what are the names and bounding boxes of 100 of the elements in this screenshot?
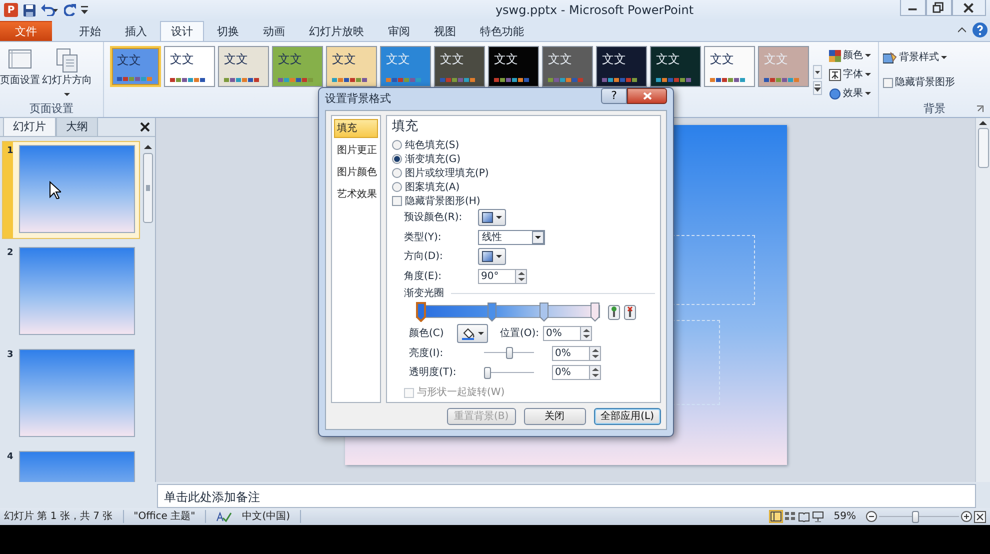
zoom-in-icon[interactable] — [961, 511, 972, 522]
slide-thumbnail-item[interactable]: 1 — [2, 141, 140, 239]
add-stop-icon[interactable] — [608, 304, 620, 320]
category-item[interactable]: 图片更正 — [334, 141, 378, 160]
ribbon-button[interactable]: 字体 — [828, 67, 872, 82]
ribbon-button[interactable]: 页面设置 — [0, 45, 40, 102]
gradient-stop[interactable] — [539, 302, 550, 322]
ribbon-tab[interactable]: 动画 — [252, 21, 296, 41]
remove-stop-icon[interactable] — [624, 304, 636, 320]
spin-button[interactable] — [590, 365, 601, 380]
theme-thumbnail[interactable]: 文文 — [326, 46, 377, 87]
dialog-button[interactable]: 全部应用(L) — [594, 408, 661, 425]
undo-icon[interactable] — [41, 4, 59, 16]
theme-thumbnail[interactable]: 文文 — [272, 46, 323, 87]
theme-thumbnail[interactable]: 文文 — [650, 46, 701, 87]
slide-thumbnail-item[interactable]: 4 — [2, 447, 140, 482]
zoom-out-icon[interactable] — [866, 511, 877, 522]
slide-thumbnail-item[interactable]: 3 — [2, 345, 140, 443]
notes-field[interactable]: 单击此处添加备注 — [157, 484, 976, 508]
ribbon-button[interactable]: 幻灯片方向 — [42, 45, 92, 102]
number-field[interactable]: 0% — [543, 326, 582, 342]
radio-button[interactable] — [392, 168, 402, 178]
dialog-title: 设置背景格式 — [325, 90, 391, 107]
slider-thumb[interactable] — [912, 510, 919, 522]
customize-icon[interactable] — [81, 5, 89, 15]
theme-thumbnail[interactable]: 文文 — [218, 46, 269, 87]
slider-thumb[interactable] — [484, 366, 491, 379]
category-item[interactable]: 图片颜色 — [334, 163, 378, 182]
redo-icon[interactable] — [64, 4, 76, 16]
more-icon[interactable] — [813, 81, 822, 95]
minimize-ribbon-icon[interactable] — [958, 27, 966, 33]
close-button[interactable] — [627, 88, 667, 104]
theme-thumbnail[interactable]: 文文 — [542, 46, 593, 87]
app-icon[interactable]: P — [4, 3, 18, 17]
help-button[interactable]: ? — [601, 88, 627, 104]
ribbon-tab[interactable]: 幻灯片放映 — [298, 21, 375, 41]
slide-sorter-icon[interactable] — [784, 511, 796, 522]
ribbon-tab[interactable]: 设计 — [160, 21, 204, 41]
dialog-button[interactable]: 关闭 — [524, 408, 586, 425]
zoom-slider[interactable] — [879, 510, 959, 522]
close-icon[interactable] — [140, 122, 150, 132]
gradient-stop[interactable] — [416, 302, 426, 322]
scroll-up-icon[interactable] — [979, 120, 987, 125]
help-icon[interactable] — [972, 22, 988, 38]
radio-button[interactable] — [392, 154, 402, 164]
ribbon-tab[interactable]: 插入 — [114, 21, 158, 41]
normal-view-icon[interactable] — [770, 511, 782, 522]
scrollbar-thumb[interactable] — [143, 153, 153, 223]
scroll-down-icon[interactable] — [813, 65, 822, 79]
gradient-stop[interactable] — [486, 302, 497, 322]
restore-icon[interactable] — [926, 0, 952, 16]
preset-colors-dropdown[interactable] — [478, 209, 506, 226]
ribbon-tab[interactable]: 切换 — [206, 21, 250, 41]
minimize-icon[interactable] — [900, 0, 926, 16]
number-field[interactable]: 0% — [552, 365, 590, 380]
category-item[interactable]: 艺术效果 — [334, 185, 378, 204]
ribbon-button[interactable]: 效果 — [828, 86, 872, 101]
fit-to-window-icon[interactable] — [974, 510, 986, 522]
theme-thumbnail[interactable]: 文文 — [164, 46, 215, 87]
ribbon-tab[interactable]: 审阅 — [377, 21, 421, 41]
checkbox[interactable] — [883, 78, 893, 88]
scrollbar-thumb[interactable] — [978, 128, 988, 168]
dialog-launcher-icon[interactable] — [976, 105, 984, 113]
ribbon-button[interactable]: 背景样式 — [882, 50, 988, 65]
ribbon-tab[interactable]: 文件 — [0, 21, 52, 41]
slider-thumb[interactable] — [506, 347, 512, 360]
slide-thumbnail-item[interactable]: 2 — [2, 243, 140, 341]
number-field[interactable]: 0% — [552, 346, 590, 361]
spin-button[interactable] — [590, 346, 601, 361]
radio-button[interactable] — [392, 182, 402, 192]
spell-check-icon[interactable] — [216, 510, 232, 522]
color-swatches-icon — [440, 78, 476, 82]
slider[interactable] — [484, 366, 534, 379]
radio-button[interactable] — [392, 140, 402, 150]
theme-thumbnail[interactable]: 文文 — [434, 46, 485, 87]
scroll-up-icon[interactable] — [144, 144, 152, 149]
pane-tab[interactable]: 幻灯片 — [3, 116, 56, 136]
pane-tab[interactable]: 大纲 — [56, 116, 98, 136]
spin-button[interactable] — [516, 268, 527, 284]
theme-thumbnail[interactable]: 文文 — [488, 46, 539, 87]
theme-thumbnail[interactable]: 文文 — [596, 46, 647, 87]
save-icon[interactable] — [23, 4, 36, 16]
ribbon-tab[interactable]: 特色功能 — [469, 21, 535, 41]
spin-button[interactable] — [581, 326, 592, 342]
number-field[interactable]: 90° — [478, 268, 516, 284]
color-dropdown[interactable] — [457, 324, 488, 344]
reading-view-icon[interactable] — [798, 511, 810, 522]
theme-thumbnail[interactable]: 文文 — [704, 46, 755, 87]
slider[interactable] — [484, 347, 534, 360]
ribbon-tab[interactable]: 开始 — [68, 21, 112, 41]
checkbox[interactable] — [392, 196, 402, 206]
slideshow-icon[interactable] — [812, 511, 824, 522]
theme-thumbnail[interactable]: 文文 — [110, 46, 161, 87]
direction-dropdown[interactable] — [478, 248, 506, 266]
close-icon[interactable] — [952, 0, 986, 16]
category-item[interactable]: 填充 — [334, 119, 378, 138]
type-select[interactable]: 线性 — [478, 230, 545, 245]
ribbon-button[interactable]: 颜色 — [828, 48, 872, 63]
gradient-stop[interactable] — [590, 302, 600, 322]
ribbon-tab[interactable]: 视图 — [423, 21, 467, 41]
